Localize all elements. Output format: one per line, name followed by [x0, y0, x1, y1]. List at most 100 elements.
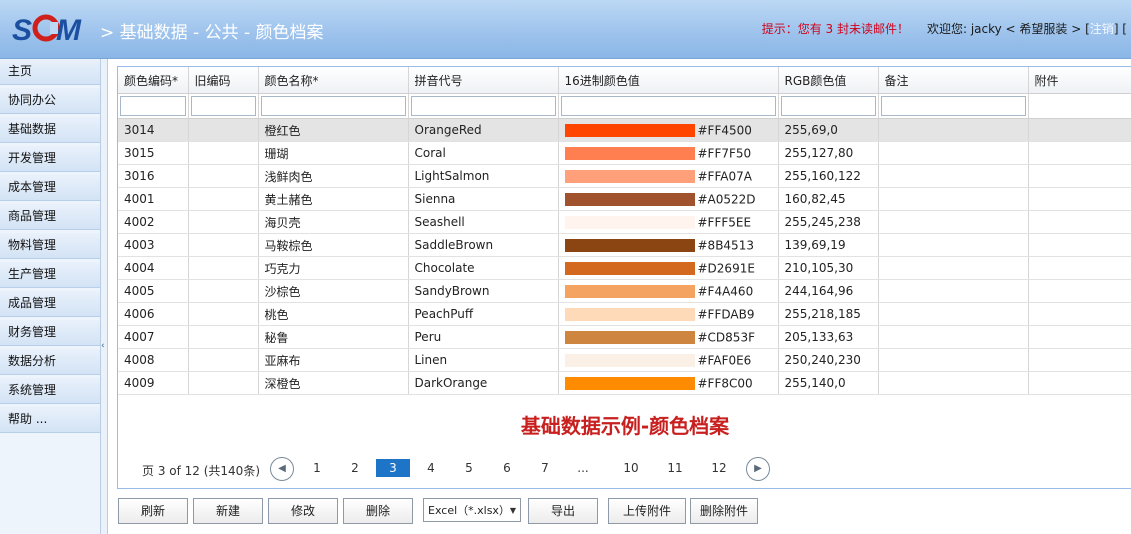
cell-code[interactable]: 4004 — [118, 256, 189, 280]
column-header-name[interactable]: 颜色名称* — [258, 67, 409, 94]
cell-attachment[interactable] — [1028, 187, 1131, 211]
table-row[interactable]: 4005 沙棕色 SandyBrown #F4A460 244,164,96 — [118, 279, 1131, 303]
cell-pinyin[interactable]: Chocolate — [408, 256, 559, 280]
cell-old-code[interactable] — [188, 302, 259, 326]
prev-page-icon[interactable]: ◀ — [270, 457, 294, 481]
cell-code[interactable]: 4001 — [118, 187, 189, 211]
sidebar-item-basic-data[interactable]: 基础数据 — [0, 117, 100, 143]
table-row[interactable]: 4009 深橙色 DarkOrange #FF8C00 255,140,0 — [118, 371, 1131, 395]
cell-rgb[interactable]: 205,133,63 — [778, 325, 879, 349]
cell-hex[interactable]: #FF8C00 — [558, 371, 779, 395]
cell-hex[interactable]: #F4A460 — [558, 279, 779, 303]
table-row[interactable]: 4008 亚麻布 Linen #FAF0E6 250,240,230 — [118, 348, 1131, 372]
page-number[interactable]: 5 — [452, 459, 486, 477]
page-number[interactable]: 2 — [338, 459, 372, 477]
edit-button[interactable]: 修改 — [268, 498, 338, 524]
cell-rgb[interactable]: 139,69,19 — [778, 233, 879, 257]
cell-rgb[interactable]: 160,82,45 — [778, 187, 879, 211]
column-header-attachment[interactable]: 附件 — [1028, 67, 1131, 94]
cell-old-code[interactable] — [188, 233, 259, 257]
cell-remark[interactable] — [878, 141, 1029, 165]
sidebar-item-help[interactable]: 帮助 ... — [0, 407, 100, 433]
cell-hex[interactable]: #D2691E — [558, 256, 779, 280]
page-number[interactable]: 10 — [614, 459, 648, 477]
filter-old-code-input[interactable] — [190, 96, 256, 116]
cell-pinyin[interactable]: Sienna — [408, 187, 559, 211]
table-row[interactable]: 4001 黄土赭色 Sienna #A0522D 160,82,45 — [118, 187, 1131, 211]
table-row[interactable]: 4004 巧克力 Chocolate #D2691E 210,105,30 — [118, 256, 1131, 280]
cell-code[interactable]: 4005 — [118, 279, 189, 303]
cell-hex[interactable]: #FFDAB9 — [558, 302, 779, 326]
cell-attachment[interactable] — [1028, 118, 1131, 142]
cell-code[interactable]: 4002 — [118, 210, 189, 234]
cell-attachment[interactable] — [1028, 279, 1131, 303]
cell-name[interactable]: 亚麻布 — [258, 348, 409, 372]
cell-name[interactable]: 桃色 — [258, 302, 409, 326]
cell-attachment[interactable] — [1028, 325, 1131, 349]
cell-name[interactable]: 秘鲁 — [258, 325, 409, 349]
cell-remark[interactable] — [878, 279, 1029, 303]
cell-attachment[interactable] — [1028, 348, 1131, 372]
cell-remark[interactable] — [878, 371, 1029, 395]
sidebar-item-office[interactable]: 协同办公 — [0, 88, 100, 114]
page-number[interactable]: 4 — [414, 459, 448, 477]
cell-hex[interactable]: #8B4513 — [558, 233, 779, 257]
filter-hex-input[interactable] — [560, 96, 776, 116]
sidebar-item-materials[interactable]: 物料管理 — [0, 233, 100, 259]
page-number[interactable]: 3 — [376, 459, 410, 477]
cell-code[interactable]: 4009 — [118, 371, 189, 395]
cell-old-code[interactable] — [188, 325, 259, 349]
cell-pinyin[interactable]: SaddleBrown — [408, 233, 559, 257]
delete-button[interactable]: 删除 — [343, 498, 413, 524]
cell-hex[interactable]: #FF7F50 — [558, 141, 779, 165]
cell-name[interactable]: 深橙色 — [258, 371, 409, 395]
page-number[interactable]: 12 — [702, 459, 736, 477]
sidebar-item-system[interactable]: 系统管理 — [0, 378, 100, 404]
cell-rgb[interactable]: 250,240,230 — [778, 348, 879, 372]
cell-remark[interactable] — [878, 233, 1029, 257]
upload-attachment-button[interactable]: 上传附件 — [608, 498, 686, 524]
unread-mail-notice[interactable]: 提示：您有 3 封未读邮件！ — [762, 22, 909, 36]
cell-rgb[interactable]: 255,140,0 — [778, 371, 879, 395]
cell-rgb[interactable]: 255,218,185 — [778, 302, 879, 326]
table-row[interactable]: 3015 珊瑚 Coral #FF7F50 255,127,80 — [118, 141, 1131, 165]
sidebar-item-finance[interactable]: 财务管理 — [0, 320, 100, 346]
cell-code[interactable]: 3015 — [118, 141, 189, 165]
cell-code[interactable]: 4007 — [118, 325, 189, 349]
filter-pinyin-input[interactable] — [410, 96, 556, 116]
cell-pinyin[interactable]: DarkOrange — [408, 371, 559, 395]
table-row[interactable]: 4002 海贝壳 Seashell #FFF5EE 255,245,238 — [118, 210, 1131, 234]
cell-hex[interactable]: #A0522D — [558, 187, 779, 211]
page-number[interactable]: 6 — [490, 459, 524, 477]
cell-pinyin[interactable]: PeachPuff — [408, 302, 559, 326]
cell-remark[interactable] — [878, 348, 1029, 372]
column-header-rgb[interactable]: RGB颜色值 — [778, 67, 879, 94]
export-format-select[interactable]: Excel（*.xlsx） ▼ — [423, 498, 521, 522]
cell-rgb[interactable]: 255,245,238 — [778, 210, 879, 234]
cell-rgb[interactable]: 210,105,30 — [778, 256, 879, 280]
page-number[interactable]: 11 — [658, 459, 692, 477]
cell-pinyin[interactable]: Coral — [408, 141, 559, 165]
cell-remark[interactable] — [878, 256, 1029, 280]
table-row[interactable]: 4003 马鞍棕色 SaddleBrown #8B4513 139,69,19 — [118, 233, 1131, 257]
cell-name[interactable]: 马鞍棕色 — [258, 233, 409, 257]
cell-old-code[interactable] — [188, 371, 259, 395]
column-header-old-code[interactable]: 旧编码 — [188, 67, 259, 94]
sidebar-item-production[interactable]: 生产管理 — [0, 262, 100, 288]
export-button[interactable]: 导出 — [528, 498, 598, 524]
table-row[interactable]: 4006 桃色 PeachPuff #FFDAB9 255,218,185 — [118, 302, 1131, 326]
logout-link[interactable]: 注销 — [1090, 22, 1114, 36]
cell-old-code[interactable] — [188, 118, 259, 142]
cell-remark[interactable] — [878, 302, 1029, 326]
cell-hex[interactable]: #FAF0E6 — [558, 348, 779, 372]
column-header-pinyin[interactable]: 拼音代号 — [408, 67, 559, 94]
page-number[interactable]: 7 — [528, 459, 562, 477]
table-row[interactable]: 3014 橙红色 OrangeRed #FF4500 255,69,0 — [118, 118, 1131, 142]
cell-attachment[interactable] — [1028, 371, 1131, 395]
cell-name[interactable]: 黄土赭色 — [258, 187, 409, 211]
cell-attachment[interactable] — [1028, 233, 1131, 257]
cell-pinyin[interactable]: OrangeRed — [408, 118, 559, 142]
cell-code[interactable]: 3016 — [118, 164, 189, 188]
cell-old-code[interactable] — [188, 164, 259, 188]
sidebar-item-development[interactable]: 开发管理 — [0, 146, 100, 172]
